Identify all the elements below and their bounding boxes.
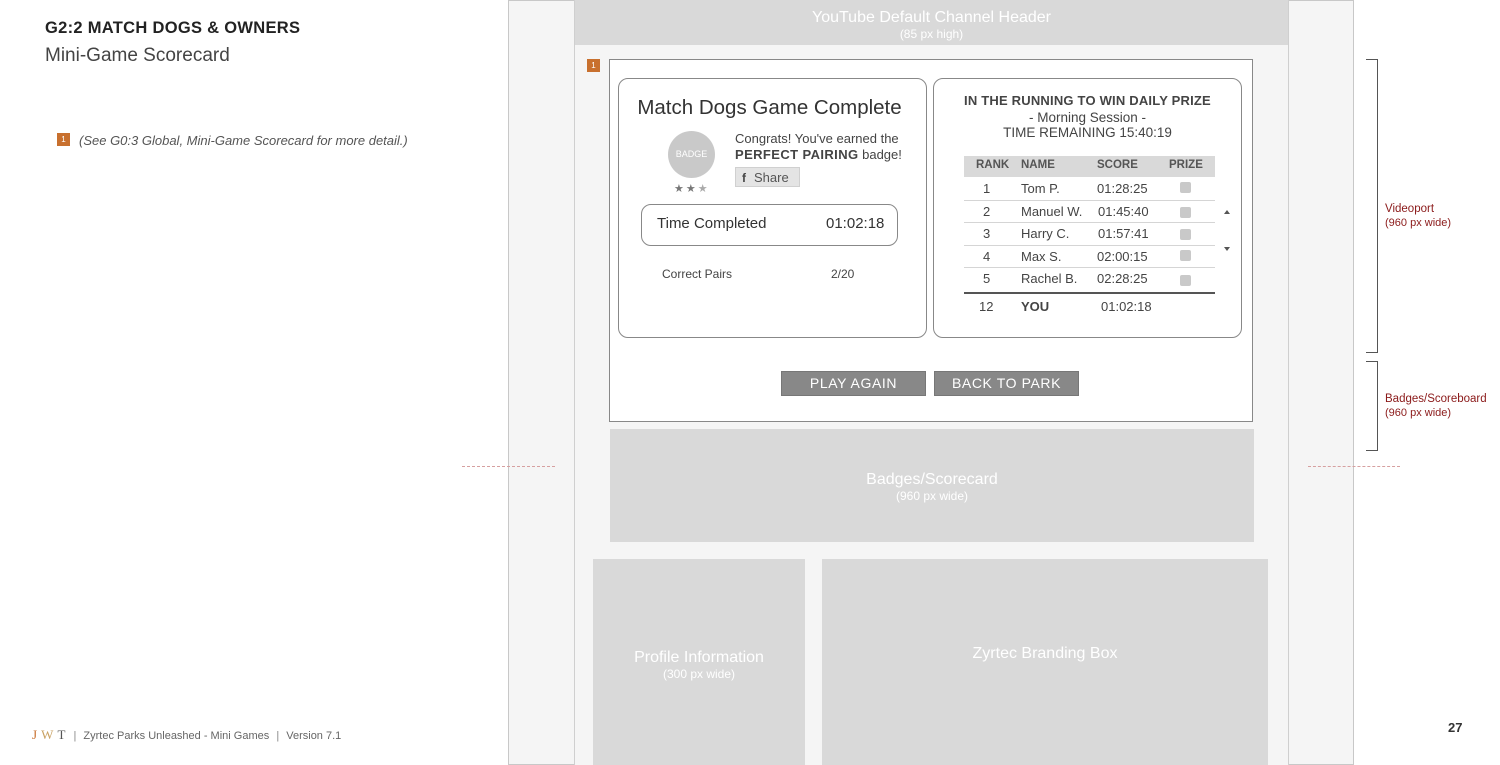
correct-pairs-label: Correct Pairs	[662, 267, 733, 281]
guide-line-left	[462, 466, 555, 467]
facebook-icon: f	[742, 171, 746, 185]
badge-name: PERFECT PAIRING	[735, 146, 859, 162]
footer-version: Version 7.1	[286, 730, 342, 742]
videoport-annotation-sub: (960 px wide)	[1385, 217, 1452, 229]
jwt-logo: J W T	[32, 727, 66, 742]
prize-checkbox	[1180, 275, 1191, 286]
game-title: Match Dogs Game Complete	[637, 96, 902, 119]
you-rank: 12	[979, 299, 994, 314]
star-filled-icon: ★	[685, 183, 698, 195]
prize-checkbox	[1180, 182, 1191, 193]
prize-checkbox	[1180, 229, 1191, 240]
videoport-marker: 1	[587, 59, 600, 72]
table-row-name: Manuel W.	[1021, 204, 1083, 219]
column-header-prize: PRIZE	[1169, 159, 1203, 171]
table-row-score: 02:00:15	[1097, 249, 1148, 264]
row-divider	[964, 222, 1215, 223]
note-marker: 1	[57, 133, 70, 146]
profile-information-placeholder: Profile Information (300 px wide)	[593, 559, 805, 765]
leaderboard-title: IN THE RUNNING TO WIN DAILY PRIZE	[964, 93, 1211, 108]
table-row-rank: 2	[983, 204, 991, 219]
time-completed-label: Time Completed	[657, 215, 767, 232]
footer: J W T | Zyrtec Parks Unleashed - Mini Ga…	[32, 727, 342, 742]
congrats-message: Congrats! You've earned the PERFECT PAIR…	[735, 131, 902, 162]
zyrtec-branding-placeholder: Zyrtec Branding Box	[822, 559, 1268, 765]
table-row-rank: 4	[983, 249, 991, 264]
table-row-score: 02:28:25	[1097, 271, 1148, 286]
row-divider	[964, 267, 1215, 268]
table-row-rank: 3	[983, 226, 991, 241]
footer-project: Zyrtec Parks Unleashed - Mini Games	[83, 730, 270, 742]
badge-icon: BADGE	[668, 131, 715, 178]
star-filled-icon: ★	[674, 183, 686, 195]
table-row-score: 01:45:40	[1098, 204, 1149, 219]
videoport-annotation: Videoport	[1385, 203, 1435, 215]
play-again-button[interactable]: PLAY AGAIN	[781, 371, 926, 396]
table-row-name: Tom P.	[1021, 181, 1060, 196]
channel-header-placeholder: YouTube Default Channel Header (85 px hi…	[575, 0, 1288, 45]
you-score: 01:02:18	[1101, 299, 1152, 314]
column-header-score: SCORE	[1097, 159, 1138, 171]
session-label: - Morning Session -	[1028, 110, 1147, 125]
doc-subtitle: Mini-Game Scorecard	[45, 45, 230, 66]
detail-note: (See G0:3 Global, Mini-Game Scorecard fo…	[79, 133, 408, 148]
badges-bracket	[1366, 361, 1378, 451]
star-rating: ★★★	[674, 182, 710, 195]
column-header-rank: RANK	[976, 159, 1010, 171]
badges-scorecard-placeholder: Badges/Scorecard (960 px wide)	[610, 429, 1254, 542]
table-row-score: 01:28:25	[1097, 181, 1148, 196]
facebook-share-button[interactable]: f Share	[735, 167, 800, 187]
row-divider	[964, 245, 1215, 246]
scroll-up-icon[interactable]	[1224, 210, 1230, 214]
table-row-rank: 1	[983, 181, 991, 196]
guide-line-right	[1308, 466, 1400, 467]
videoport-bracket	[1366, 59, 1378, 353]
table-row-name: Harry C.	[1021, 226, 1070, 241]
table-row-name: Max S.	[1021, 249, 1062, 264]
star-empty-icon: ★	[697, 183, 710, 195]
table-row-rank: 5	[983, 271, 991, 286]
time-remaining: TIME REMAINING 15:40:19	[1003, 125, 1172, 140]
correct-pairs-value: 2/20	[831, 267, 855, 281]
page-number: 27	[1448, 720, 1463, 735]
you-name: YOU	[1021, 299, 1050, 314]
badges-annotation-sub: (960 px wide)	[1385, 407, 1452, 419]
prize-checkbox	[1180, 207, 1191, 218]
column-header-name: NAME	[1021, 159, 1055, 171]
time-completed-value: 01:02:18	[826, 215, 885, 232]
you-divider	[964, 292, 1215, 294]
row-divider	[964, 200, 1215, 201]
badges-annotation: Badges/Scoreboard	[1385, 393, 1487, 405]
back-to-park-button[interactable]: BACK TO PARK	[934, 371, 1079, 396]
table-row-name: Rachel B.	[1021, 271, 1078, 286]
doc-title: G2:2 MATCH DOGS & OWNERS	[45, 19, 301, 37]
table-row-score: 01:57:41	[1098, 226, 1149, 241]
scroll-down-icon[interactable]	[1224, 247, 1230, 251]
prize-checkbox	[1180, 250, 1191, 261]
